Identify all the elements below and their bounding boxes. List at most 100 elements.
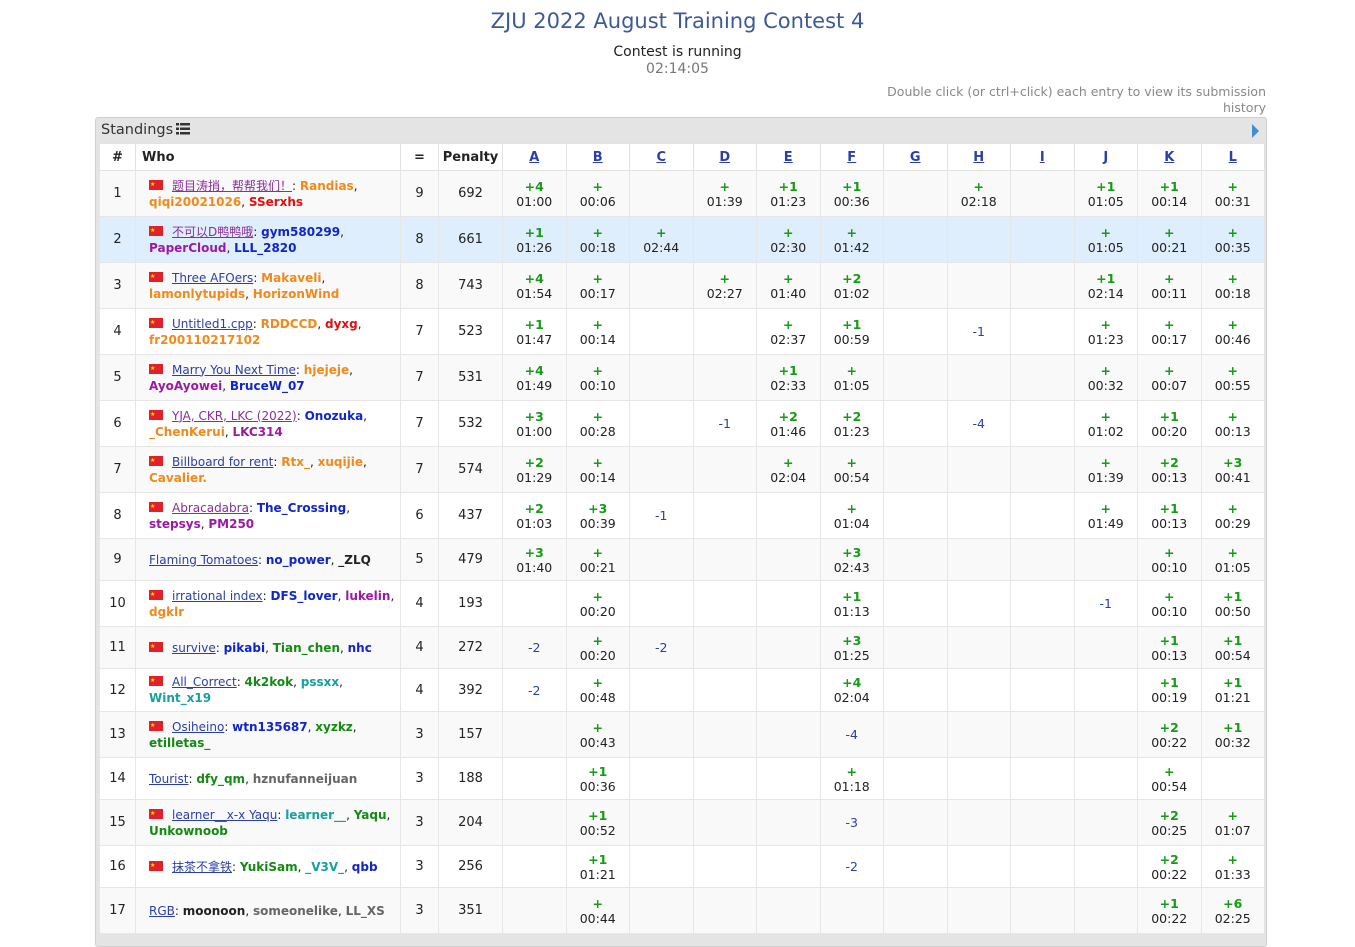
problem-cell-b[interactable]: +00:06	[565, 170, 630, 217]
problem-cell-h[interactable]	[946, 492, 1011, 539]
problem-cell-i[interactable]	[1010, 799, 1075, 846]
team-member[interactable]: LKC314	[232, 425, 282, 439]
problem-cell-e[interactable]	[756, 492, 821, 539]
problem-cell-h[interactable]	[946, 845, 1011, 888]
problem-cell-l[interactable]: +01:07	[1200, 799, 1265, 846]
problem-cell-b[interactable]: +00:10	[565, 354, 630, 401]
team-member[interactable]: no_power	[266, 553, 331, 567]
team-member[interactable]: Unkownoob	[149, 824, 228, 838]
problem-cell-g[interactable]	[883, 170, 948, 217]
problem-header-k[interactable]: K	[1137, 143, 1202, 171]
problem-cell-d[interactable]	[692, 538, 757, 581]
list-icon[interactable]	[176, 123, 191, 135]
team-name-link[interactable]: Untitled1.cpp	[172, 317, 253, 331]
standings-row[interactable]: 2不可以D鸭鸭哦: gym580299, PaperCloud, LLL_282…	[99, 216, 1265, 263]
problem-cell-k[interactable]: +1 00:13	[1137, 492, 1202, 539]
team-member[interactable]: stepsys	[149, 517, 201, 531]
problem-cell-b[interactable]: +00:21	[565, 538, 630, 581]
problem-cell-c[interactable]: -1	[629, 492, 694, 539]
problem-cell-j[interactable]	[1073, 711, 1138, 758]
problem-cell-i[interactable]	[1010, 668, 1075, 712]
problem-cell-k[interactable]: +00:07	[1137, 354, 1202, 401]
problem-cell-f[interactable]: +3 01:25	[819, 626, 884, 669]
problem-cell-k[interactable]: +2 00:22	[1137, 845, 1202, 888]
expand-arrow-icon[interactable]	[1252, 124, 1259, 138]
team-member[interactable]: Tian_chen	[273, 641, 340, 655]
team-member[interactable]: Randias	[300, 179, 354, 193]
problem-cell-b[interactable]: +1 00:52	[565, 799, 630, 846]
problem-cell-k[interactable]: +2 00:13	[1137, 446, 1202, 493]
problem-cell-e[interactable]	[756, 757, 821, 800]
problem-cell-h[interactable]	[946, 580, 1011, 627]
problem-cell-l[interactable]: +00:18	[1200, 262, 1265, 309]
problem-cell-i[interactable]	[1010, 492, 1075, 539]
standings-row[interactable]: 4Untitled1.cpp: RDDCCD, dyxg, fr20011021…	[99, 308, 1265, 355]
standings-row[interactable]: 9 Flaming Tomatoes: no_power, _ZLQ 5 479 +3 0…	[99, 538, 1265, 581]
team-member[interactable]: learner__	[285, 808, 346, 822]
problem-cell-f[interactable]: +01:05	[819, 354, 884, 401]
team-name-link[interactable]: Flaming Tomatoes	[149, 553, 258, 567]
team-member[interactable]: SSerxhs	[249, 195, 303, 209]
problem-cell-k[interactable]: +1 00:19	[1137, 668, 1202, 712]
problem-cell-a[interactable]: +3 01:40	[502, 538, 567, 581]
standings-row[interactable]: 6YJA, CKR, LKC (2022): Onozuka, _ChenKer…	[99, 400, 1265, 447]
problem-cell-d[interactable]	[692, 492, 757, 539]
problem-cell-j[interactable]: +01:02	[1073, 400, 1138, 447]
problem-cell-b[interactable]: +00:43	[565, 711, 630, 758]
problem-cell-c[interactable]	[629, 538, 694, 581]
problem-cell-i[interactable]	[1010, 354, 1075, 401]
problem-cell-k[interactable]: +00:54	[1137, 757, 1202, 800]
problem-cell-h[interactable]	[946, 262, 1011, 309]
standings-row[interactable]: 10irrational index: DFS_lover, lukelin, …	[99, 580, 1265, 627]
problem-cell-d[interactable]	[692, 845, 757, 888]
problem-cell-d[interactable]	[692, 668, 757, 712]
problem-cell-a[interactable]: -2	[502, 668, 567, 712]
problem-cell-f[interactable]: +4 02:04	[819, 668, 884, 712]
problem-cell-g[interactable]	[883, 711, 948, 758]
problem-cell-f[interactable]: -4	[819, 711, 884, 758]
team-member[interactable]: DFS_lover	[271, 589, 338, 603]
team-name-link[interactable]: RGB	[149, 904, 175, 918]
problem-cell-i[interactable]	[1010, 216, 1075, 263]
team-member[interactable]: etilletas_	[149, 736, 210, 750]
problem-cell-i[interactable]	[1010, 626, 1075, 669]
problem-cell-j[interactable]: +1 02:14	[1073, 262, 1138, 309]
team-member[interactable]: PM250	[208, 517, 254, 531]
team-member[interactable]: RDDCCD	[261, 317, 318, 331]
standings-row[interactable]: 11survive: pikabi, Tian_chen, nhc4272 -2 +…	[99, 626, 1265, 669]
problem-cell-b[interactable]: +3 00:39	[565, 492, 630, 539]
problem-cell-e[interactable]	[756, 580, 821, 627]
problem-cell-j[interactable]	[1073, 799, 1138, 846]
problem-cell-i[interactable]	[1010, 446, 1075, 493]
problem-header-l[interactable]: L	[1200, 143, 1265, 171]
problem-cell-e[interactable]: +02:04	[756, 446, 821, 493]
problem-cell-l[interactable]: +3 00:41	[1200, 446, 1265, 493]
problem-cell-f[interactable]: +01:04	[819, 492, 884, 539]
problem-cell-k[interactable]: +2 00:25	[1137, 799, 1202, 846]
problem-cell-j[interactable]	[1073, 757, 1138, 800]
problem-cell-e[interactable]: +1 02:33	[756, 354, 821, 401]
problem-cell-b[interactable]: +00:14	[565, 446, 630, 493]
problem-cell-g[interactable]	[883, 799, 948, 846]
team-member[interactable]: _V3V_	[305, 860, 344, 874]
problem-cell-l[interactable]: +1 00:50	[1200, 580, 1265, 627]
team-member[interactable]: someonelike	[253, 904, 338, 918]
problem-cell-j[interactable]: +00:32	[1073, 354, 1138, 401]
problem-cell-g[interactable]	[883, 668, 948, 712]
problem-cell-l[interactable]: +01:05	[1200, 538, 1265, 581]
problem-cell-h[interactable]: -1	[946, 308, 1011, 355]
problem-cell-c[interactable]	[629, 580, 694, 627]
problem-cell-g[interactable]	[883, 845, 948, 888]
problem-cell-f[interactable]: -2	[819, 845, 884, 888]
problem-cell-d[interactable]	[692, 446, 757, 493]
team-member[interactable]: gym580299	[261, 225, 340, 239]
problem-cell-e[interactable]	[756, 845, 821, 888]
standings-row[interactable]: 5Marry You Next Time: hjejeje, AyoAyowei…	[99, 354, 1265, 401]
team-name-link[interactable]: irrational index	[172, 589, 263, 603]
standings-row[interactable]: 1题目涛捎，帮帮我们！: Randias, qiqi20021026, SSer…	[99, 170, 1265, 217]
problem-cell-k[interactable]: +00:21	[1137, 216, 1202, 263]
team-name-link[interactable]: Billboard for rent	[172, 455, 273, 469]
problem-cell-c[interactable]	[629, 262, 694, 309]
problem-cell-b[interactable]: +00:17	[565, 262, 630, 309]
team-name-link[interactable]: Tourist	[149, 772, 188, 786]
